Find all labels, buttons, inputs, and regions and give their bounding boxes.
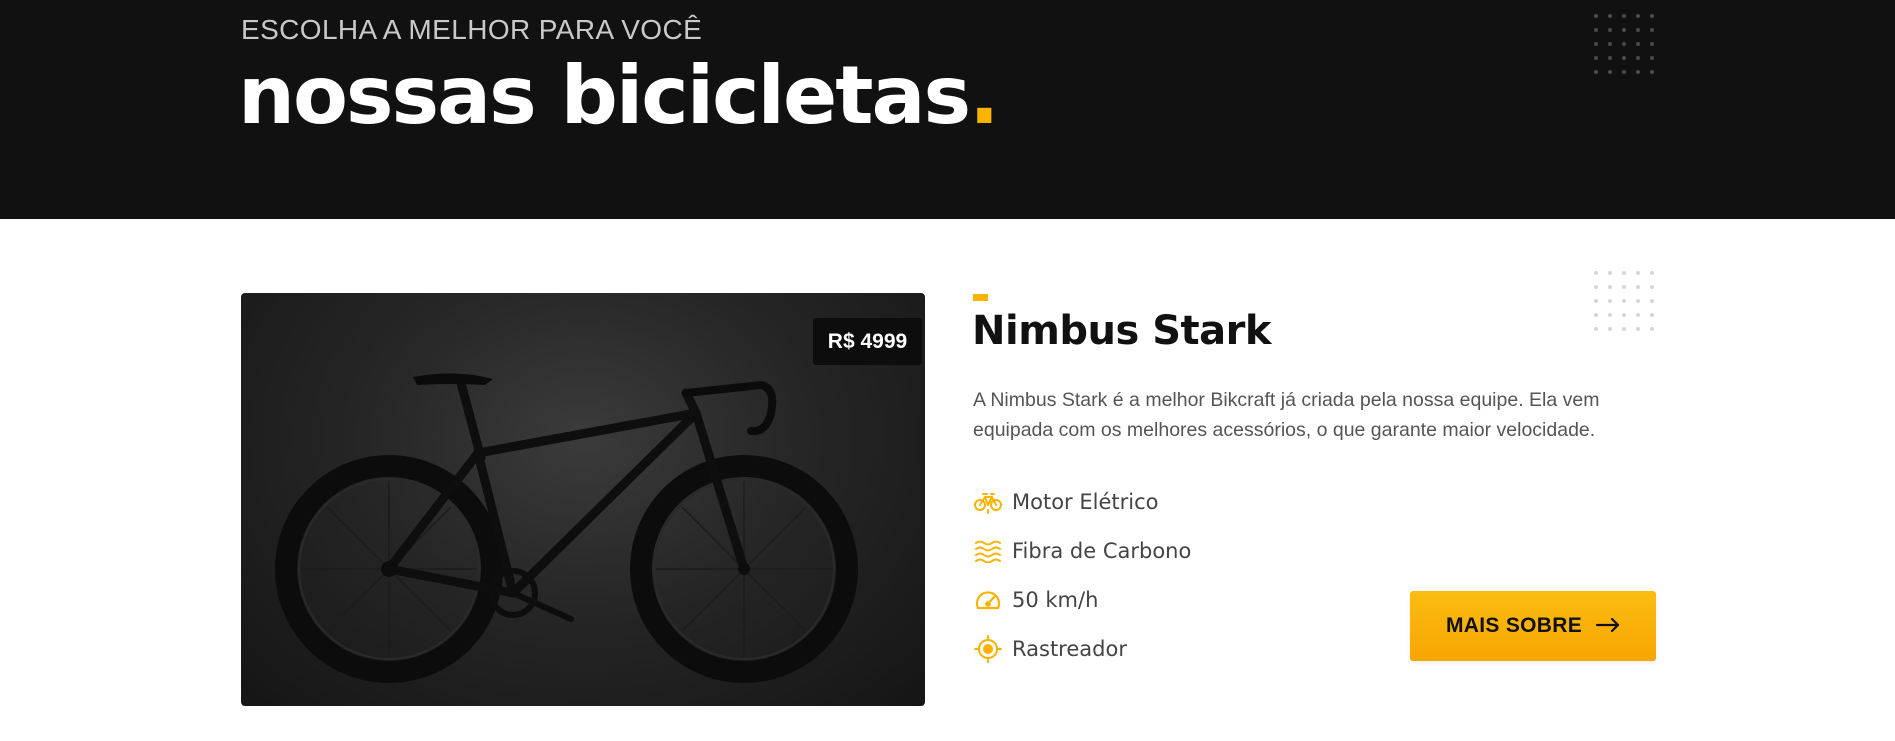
section-title: nossas bicicletas. <box>238 49 999 142</box>
product-name[interactable]: Nimbus Stark <box>972 308 1271 354</box>
feature-label: Fibra de Carbono <box>1012 538 1192 563</box>
decorative-dot-grid <box>1589 266 1659 336</box>
hero-section: ESCOLHA A MELHOR PARA VOCÊ nossas bicicl… <box>0 0 1895 219</box>
feature-label: Rastreador <box>1012 636 1127 661</box>
carbon-fiber-icon <box>973 536 1003 566</box>
feature-item: Rastreador <box>973 624 1191 673</box>
section-eyebrow: ESCOLHA A MELHOR PARA VOCÊ <box>241 14 703 45</box>
arrow-right-icon <box>1595 617 1620 635</box>
electric-bike-icon <box>973 487 1003 517</box>
feature-label: 50 km/h <box>1012 587 1099 612</box>
tracker-icon <box>973 634 1003 664</box>
decorative-dot-grid <box>1589 9 1659 79</box>
price-badge: R$ 4999 <box>813 318 922 365</box>
feature-label: Motor Elétrico <box>1012 489 1159 514</box>
section-title-text: nossas bicicletas <box>238 49 971 142</box>
feature-item: Fibra de Carbono <box>973 526 1191 575</box>
feature-item: Motor Elétrico <box>973 477 1191 526</box>
title-accent-dot: . <box>969 49 999 142</box>
more-info-button[interactable]: MAIS SOBRE <box>1410 591 1656 661</box>
feature-list: Motor Elétrico Fibra de Carbono 50 km/h <box>973 477 1191 673</box>
speedometer-icon <box>973 585 1003 615</box>
feature-item: 50 km/h <box>973 575 1191 624</box>
title-accent-bar <box>973 294 988 301</box>
product-description: A Nimbus Stark é a melhor Bikcraft já cr… <box>973 389 1600 441</box>
more-info-button-label: MAIS SOBRE <box>1445 614 1582 637</box>
